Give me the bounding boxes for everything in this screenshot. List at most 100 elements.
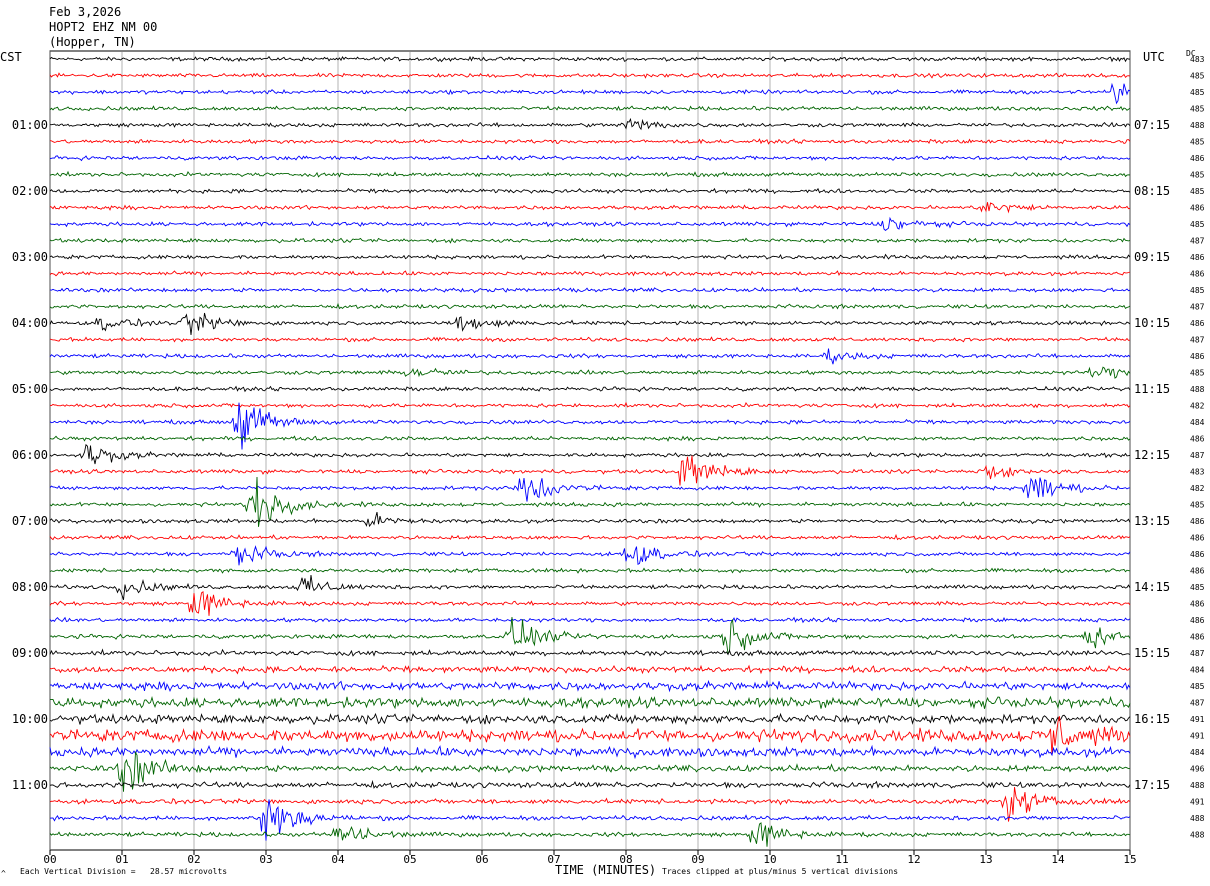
seismic-trace <box>49 270 1131 277</box>
dc-offset-value: 485 <box>1190 72 1205 81</box>
seismic-trace <box>49 455 1131 486</box>
seismic-trace <box>49 237 1131 244</box>
left-hour-label: 04:00 <box>12 316 48 330</box>
left-hour-label: 08:00 <box>12 580 48 594</box>
x-tick-label: 13 <box>979 853 992 866</box>
dc-offset-value: 485 <box>1190 171 1205 180</box>
dc-offset-value: 491 <box>1190 798 1205 807</box>
seismic-trace <box>49 202 1131 214</box>
dc-offset-value: 486 <box>1190 435 1205 444</box>
dc-offset-value: 496 <box>1190 765 1205 774</box>
seismic-trace <box>49 567 1131 574</box>
dc-offset-value: 485 <box>1190 187 1205 196</box>
seismic-trace <box>49 477 1131 502</box>
seismic-trace <box>49 511 1131 528</box>
dc-offset-value: 486 <box>1190 534 1205 543</box>
dc-offset-value: 482 <box>1190 484 1205 493</box>
left-hour-label: 10:00 <box>12 712 48 726</box>
x-axis-title: TIME (MINUTES) <box>555 863 657 877</box>
seismic-trace <box>49 435 1131 442</box>
seismic-trace <box>49 779 1131 790</box>
seismic-trace <box>50 117 1131 131</box>
dc-offset-value: 486 <box>1190 600 1205 609</box>
right-hour-label: 17:15 <box>1134 778 1170 792</box>
x-tick-label: 12 <box>907 853 920 866</box>
left-hour-label: 09:00 <box>12 646 48 660</box>
seismic-trace <box>49 443 1131 465</box>
seismic-trace <box>49 72 1131 79</box>
left-hour-label: 11:00 <box>12 778 48 792</box>
x-tick-label: 10 <box>763 853 776 866</box>
dc-offset-value: 486 <box>1190 567 1205 576</box>
x-tick-label: 04 <box>331 853 345 866</box>
seismic-trace <box>49 679 1131 693</box>
dc-offset-value: 486 <box>1190 616 1205 625</box>
dc-offset-value: 488 <box>1190 121 1205 130</box>
seismic-trace <box>49 105 1131 112</box>
seismic-trace <box>49 590 1131 616</box>
left-hour-label: 07:00 <box>12 514 48 528</box>
x-tick-label: 02 <box>187 853 200 866</box>
seismic-trace <box>49 822 1131 847</box>
dc-offset-value: 485 <box>1190 682 1205 691</box>
seismic-trace <box>49 664 1131 675</box>
dc-offset-value: 488 <box>1190 385 1205 394</box>
dc-offset-value: 486 <box>1190 319 1205 328</box>
dc-offset-value: 488 <box>1190 814 1205 823</box>
seismic-trace <box>49 55 1131 63</box>
division-note: Each Vertical Division = 28.57 microvolt… <box>20 867 228 876</box>
right-hour-label: 10:15 <box>1134 316 1170 330</box>
seismic-trace <box>49 302 1131 310</box>
x-tick-label: 06 <box>475 853 488 866</box>
seismic-trace <box>49 170 1131 178</box>
helicorder-plot: 00 01 02 03 04 05 06 07 08 09 10 11 12 13 14 1501:0002:… <box>12 50 1205 866</box>
dc-offset-value: 485 <box>1190 220 1205 229</box>
x-tick-label: 03 <box>259 853 272 866</box>
right-hour-label: 15:15 <box>1134 646 1170 660</box>
dc-offset-value: 484 <box>1190 666 1205 675</box>
right-hour-label: 13:15 <box>1134 514 1170 528</box>
x-tick-label: 11 <box>835 853 848 866</box>
plot-frame <box>49 50 1131 851</box>
seismic-trace <box>49 312 1131 335</box>
right-hour-label: 16:15 <box>1134 712 1170 726</box>
seismic-trace <box>49 712 1131 726</box>
seismic-trace <box>49 617 1131 655</box>
dc-offset-value: 491 <box>1190 732 1205 741</box>
seismic-trace <box>49 695 1131 710</box>
dc-offset-value: 486 <box>1190 270 1205 279</box>
seismic-trace <box>49 154 1131 162</box>
seismic-trace <box>49 574 1131 600</box>
dc-offset-value: 485 <box>1190 369 1205 378</box>
left-hour-label: 01:00 <box>12 118 48 132</box>
dc-offset-value: 486 <box>1190 204 1205 213</box>
right-hour-label: 14:15 <box>1134 580 1170 594</box>
dc-offset-value: 486 <box>1190 253 1205 262</box>
dc-offset-value: 485 <box>1190 501 1205 510</box>
dc-offset-value: 487 <box>1190 237 1205 246</box>
dc-offset-value: 488 <box>1190 781 1205 790</box>
dc-offset-value: 486 <box>1190 550 1205 559</box>
x-tick-label: 09 <box>691 853 704 866</box>
dc-offset-value: 482 <box>1190 402 1205 411</box>
seismic-trace <box>49 744 1131 760</box>
dc-offset-value: 484 <box>1190 748 1205 757</box>
seismic-trace <box>49 348 1131 365</box>
x-tick-label: 05 <box>403 853 416 866</box>
seismic-trace <box>49 402 1131 450</box>
dc-offset-value: 491 <box>1190 715 1205 724</box>
seismic-trace <box>49 366 1131 379</box>
seismic-trace <box>49 187 1131 195</box>
seismic-trace <box>49 616 1131 624</box>
left-hour-label: 03:00 <box>12 250 48 264</box>
dc-offset-value: 485 <box>1190 138 1205 147</box>
seismic-trace <box>49 385 1131 393</box>
dc-offset-value: 487 <box>1190 699 1205 708</box>
seismic-trace <box>49 138 1131 145</box>
dc-offset-value: 483 <box>1190 55 1205 64</box>
right-hour-label: 11:15 <box>1134 382 1170 396</box>
left-hour-label: 05:00 <box>12 382 48 396</box>
x-tick-label: 14 <box>1051 853 1065 866</box>
right-hour-label: 07:15 <box>1134 118 1170 132</box>
dc-offset-value: 487 <box>1190 649 1205 658</box>
